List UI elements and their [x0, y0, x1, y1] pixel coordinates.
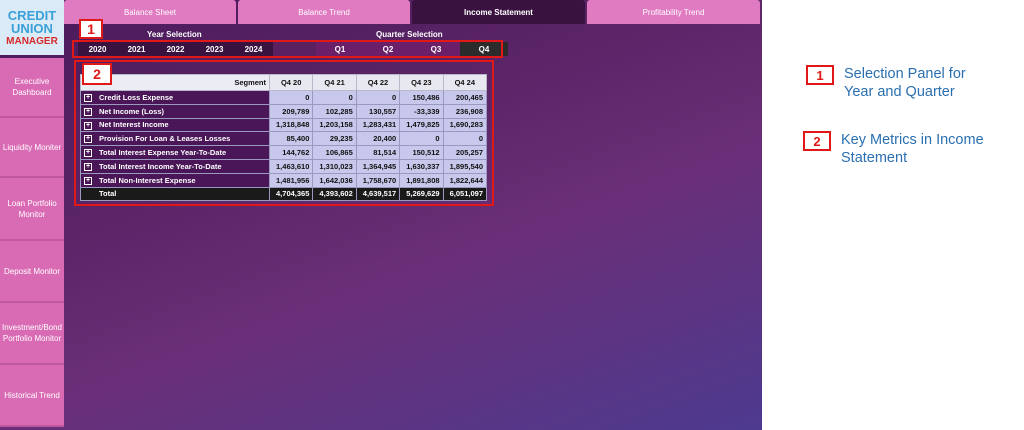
legend-number-2: 2 [803, 131, 831, 151]
callout-number-2: 2 [82, 63, 112, 85]
sidebar-nav: Executive Dashboard Liquidity Moniter Lo… [0, 58, 64, 427]
logo-line-manager: MANAGER [6, 36, 58, 47]
callout-box-key-metrics [74, 60, 494, 206]
legend-item-1: 1 Selection Panel for Year and Quarter [806, 65, 966, 101]
legend-item-2: 2 Key Metrics in Income Statement [803, 131, 984, 167]
sidebar-item-liquidity-moniter[interactable]: Liquidity Moniter [0, 118, 64, 178]
logo-line-union: UNION [11, 21, 53, 36]
sidebar-item-loan-portfolio-monitor[interactable]: Loan Portfolio Monitor [0, 178, 64, 241]
legend-text-selection-panel: Selection Panel for Year and Quarter [844, 66, 966, 100]
dashboard-canvas: CREDIT UNION MANAGER Balance Sheet Balan… [0, 0, 762, 430]
legend-text-key-metrics: Key Metrics in Income Statement [841, 132, 984, 166]
callout-number-1: 1 [79, 19, 103, 39]
credit-union-manager-logo: CREDIT UNION MANAGER [0, 0, 64, 55]
year-selection-title: Year Selection [147, 30, 202, 39]
top-tab-bar: Balance Sheet Balance Trend Income State… [64, 0, 762, 24]
quarter-selection-title: Quarter Selection [376, 30, 443, 39]
callout-box-selection-panel [72, 40, 503, 58]
sidebar-item-executive-dashboard[interactable]: Executive Dashboard [0, 58, 64, 118]
tab-profitability-trend[interactable]: Profitability Trend [587, 0, 760, 24]
sidebar-item-investment-bond-portfolio-monitor[interactable]: Investment/Bond Portfolio Monitor [0, 303, 64, 365]
tab-income-statement[interactable]: Income Statement [412, 0, 585, 24]
legend-number-1: 1 [806, 65, 834, 85]
tab-balance-trend[interactable]: Balance Trend [238, 0, 410, 24]
sidebar-item-historical-trend[interactable]: Historical Trend [0, 365, 64, 427]
sidebar-item-deposit-monitor[interactable]: Deposit Monitor [0, 241, 64, 303]
